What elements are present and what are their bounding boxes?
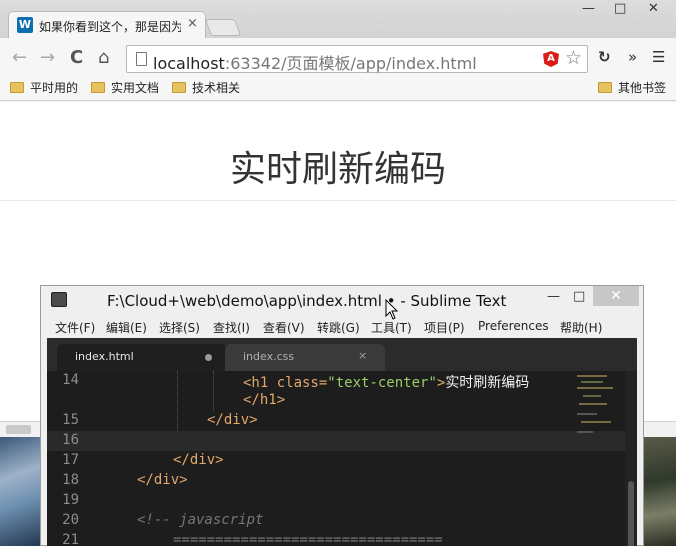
menu-preferences[interactable]: Preferences [478, 319, 549, 333]
tab-close-icon[interactable]: × [187, 16, 198, 31]
menu-help[interactable]: 帮助(H) [560, 319, 602, 336]
home-icon[interactable]: ⌂ [98, 47, 109, 68]
page-heading: 实时刷新编码 [229, 149, 446, 190]
maximize-icon[interactable]: □ [614, 0, 626, 20]
menu-view[interactable]: 查看(V) [263, 319, 305, 336]
code-line: 17 </div> [62, 452, 224, 468]
more-extensions-icon[interactable]: » [628, 48, 637, 66]
minimize-icon[interactable]: — [582, 0, 595, 20]
menu-project[interactable]: 项目(P) [424, 319, 465, 336]
bookmarks-bar: 平时用的 实用文档 技术相关 其他书签 [0, 75, 676, 101]
vertical-scrollbar[interactable] [625, 371, 637, 546]
code-editor[interactable]: 14 <h1 class="text-center">实时刷新编码 </h1> … [47, 371, 637, 546]
bookmark-folder[interactable]: 技术相关 [172, 79, 240, 96]
code-line: </h1> [243, 392, 286, 408]
minimize-icon[interactable]: — [547, 289, 560, 304]
minimap[interactable] [573, 371, 625, 441]
address-bar[interactable]: localhost:63342/页面模板/app/index.html A ☆ [126, 45, 588, 73]
tab-title: 如果你看到这个，那是因为 [39, 20, 181, 34]
code-line: 15 </div> [62, 412, 258, 428]
tab-index-css[interactable]: index.css × [225, 344, 385, 371]
code-line: 19 [62, 492, 79, 508]
code-line: 14 <h1 class="text-center">实时刷新编码 [62, 372, 530, 391]
sublime-app-icon [51, 292, 67, 307]
browser-tab-active[interactable]: W 如果你看到这个，那是因为 × [8, 11, 206, 38]
scrollbar-thumb[interactable] [628, 481, 634, 546]
other-bookmarks[interactable]: 其他书签 [598, 79, 666, 96]
sublime-title: F:\Cloud+\web\demo\app\index.html • - Su… [107, 292, 507, 310]
menu-goto[interactable]: 转跳(G) [317, 319, 360, 336]
bookmark-star-icon[interactable]: ☆ [565, 47, 582, 69]
tab-close-icon[interactable]: × [358, 349, 367, 362]
bookmark-folder[interactable]: 实用文档 [91, 79, 159, 96]
new-tab-button[interactable] [204, 19, 242, 36]
sublime-window: F:\Cloud+\web\demo\app\index.html • - Su… [40, 285, 644, 546]
close-icon[interactable]: ✕ [648, 0, 659, 20]
menu-find[interactable]: 查找(I) [213, 319, 250, 336]
folder-icon [598, 82, 612, 93]
code-line: 20 <!-- javascript [62, 512, 264, 528]
folder-icon [10, 82, 24, 93]
sublime-menubar: 文件(F) 编辑(E) 选择(S) 查找(I) 查看(V) 转跳(G) 工具(T… [47, 317, 637, 337]
maximize-icon[interactable]: □ [573, 289, 585, 304]
menu-edit[interactable]: 编辑(E) [106, 319, 147, 336]
webstorm-favicon-icon: W [17, 17, 33, 33]
close-icon[interactable]: ✕ [593, 286, 639, 306]
back-icon[interactable]: ← [12, 47, 27, 68]
desktop-background [644, 437, 676, 546]
reload-icon[interactable]: C [70, 47, 83, 68]
divider [0, 200, 676, 201]
chrome-menu-icon[interactable]: ☰ [652, 48, 665, 66]
tab-index-html[interactable]: index.html [57, 344, 227, 371]
folder-icon [91, 82, 105, 93]
folder-icon [172, 82, 186, 93]
bookmark-folder[interactable]: 平时用的 [10, 79, 78, 96]
url-text: localhost:63342/页面模板/app/index.html [153, 54, 477, 73]
code-line: 21 ================================ [62, 532, 443, 546]
code-line: 18 </div> [62, 472, 188, 488]
menu-selection[interactable]: 选择(S) [159, 319, 200, 336]
browser-titlebar: W 如果你看到这个，那是因为 × — □ ✕ [0, 0, 676, 38]
code-line-current: 16 [47, 431, 629, 451]
unsaved-dot-icon [205, 354, 212, 361]
desktop-background [0, 437, 42, 546]
angular-extension-icon[interactable]: A [543, 51, 559, 67]
scrollbar-thumb[interactable] [6, 425, 31, 434]
menu-tools[interactable]: 工具(T) [371, 319, 412, 336]
forward-icon[interactable]: → [40, 47, 55, 68]
page-icon [136, 52, 147, 66]
menu-file[interactable]: 文件(F) [55, 319, 95, 336]
extension-sync-icon[interactable]: ↻ [598, 48, 611, 66]
mouse-cursor-icon [385, 299, 399, 320]
editor-tabbar: index.html index.css × [47, 338, 637, 371]
